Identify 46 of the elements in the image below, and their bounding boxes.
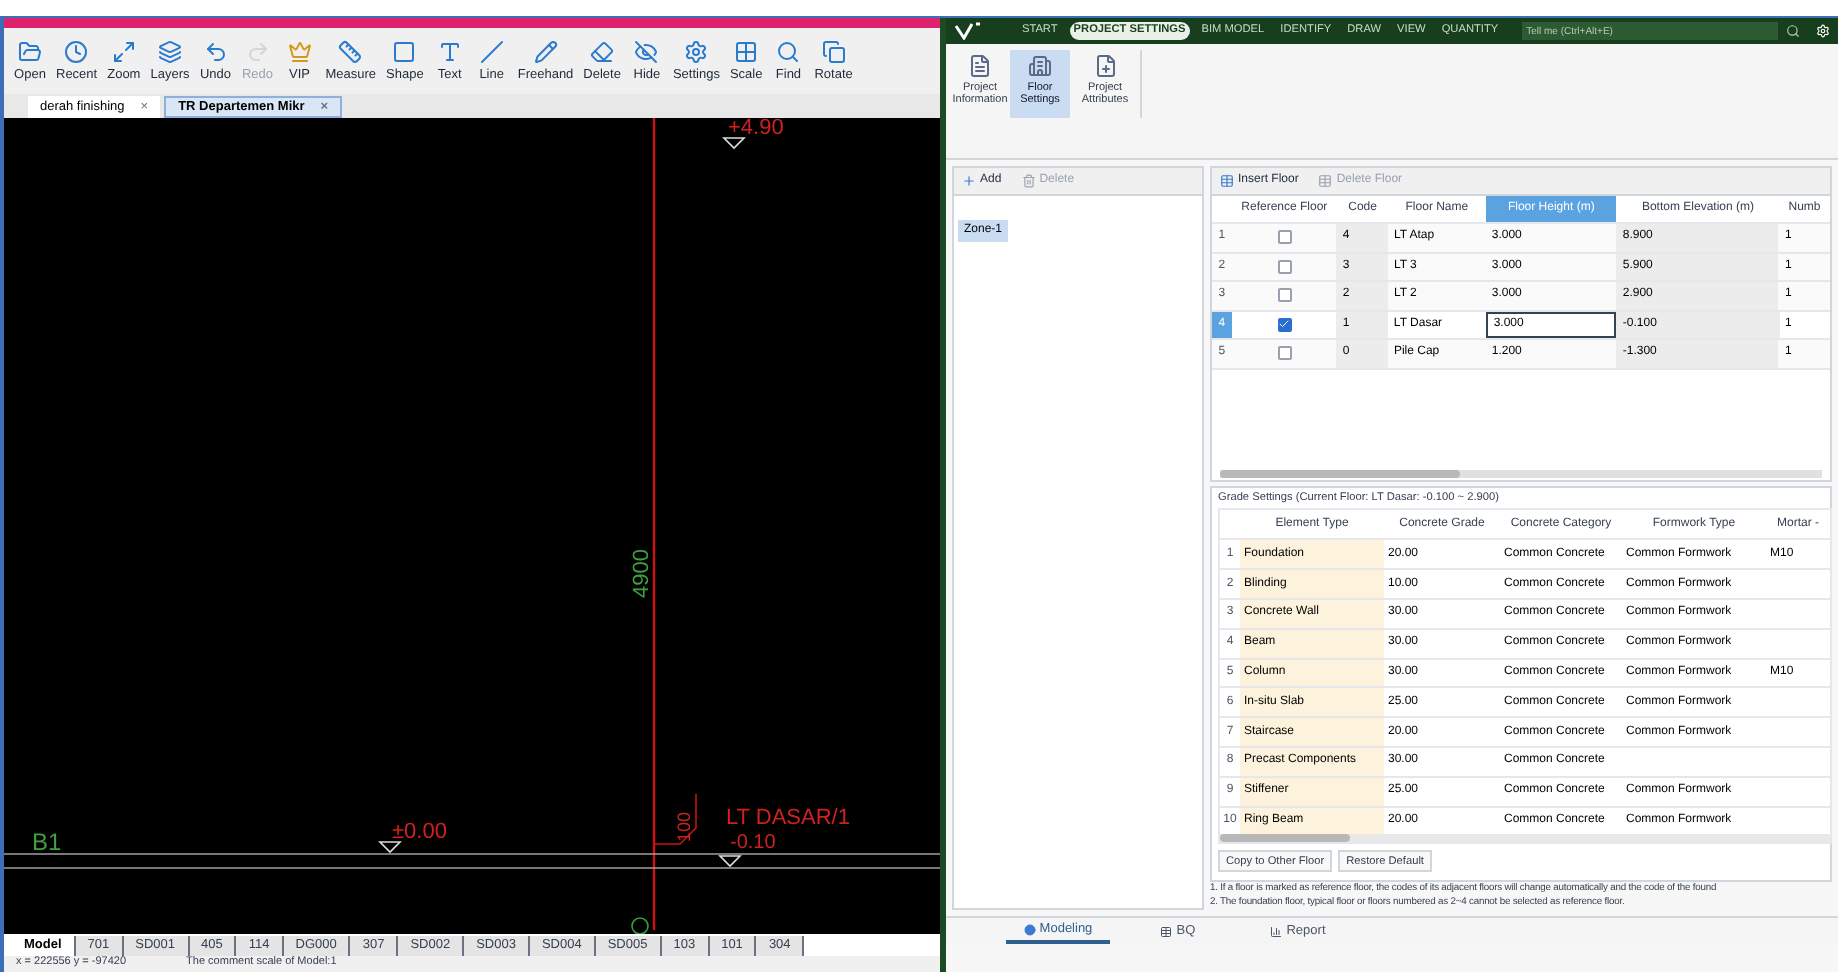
square-icon — [392, 39, 417, 64]
file-icon — [1093, 54, 1117, 78]
search-icon — [1786, 24, 1800, 38]
layers-icon — [157, 39, 182, 64]
scrollbar[interactable] — [1220, 834, 1830, 843]
eraser-icon — [590, 39, 615, 64]
trash-icon — [1021, 174, 1036, 188]
line-icon — [479, 39, 504, 64]
dimension-label: 100 — [674, 811, 694, 842]
scrollbar[interactable] — [1220, 470, 1822, 478]
table-icon — [1318, 174, 1333, 188]
grid-icon — [734, 39, 759, 64]
ruler-icon — [338, 39, 363, 64]
checkbox[interactable] — [1277, 346, 1292, 361]
settings-icon — [684, 39, 709, 64]
redo-icon — [245, 39, 270, 64]
checkbox[interactable] — [1277, 317, 1292, 332]
level-label: -0.10 — [730, 832, 776, 854]
building-icon — [1028, 54, 1052, 78]
chart-icon — [1270, 926, 1283, 938]
dimension-label: 4900 — [630, 549, 654, 598]
eye-off-icon — [634, 39, 659, 64]
zoom-icon — [111, 39, 136, 64]
pencil-icon — [533, 39, 558, 64]
clock-icon — [64, 39, 89, 64]
floor-label: LT DASAR/1 — [726, 806, 850, 830]
logo-icon — [954, 22, 982, 40]
check-icon — [1278, 318, 1291, 331]
table-icon — [1220, 174, 1234, 188]
copy-icon — [821, 39, 846, 64]
search-icon — [776, 39, 801, 64]
axis-label: B1 — [32, 828, 62, 856]
level-label: ±0.00 — [392, 820, 447, 844]
crown-icon — [287, 39, 312, 64]
checkbox[interactable] — [1277, 288, 1292, 303]
checkbox[interactable] — [1277, 230, 1292, 245]
level-label: +4.90 — [728, 118, 784, 140]
plus-icon — [962, 174, 976, 188]
checkbox[interactable] — [1277, 259, 1292, 274]
undo-icon — [203, 39, 228, 64]
settings-icon — [1816, 24, 1830, 38]
table-icon — [1160, 926, 1173, 938]
text-icon — [437, 39, 462, 64]
circle-icon — [1023, 924, 1036, 936]
document-icon — [968, 54, 992, 78]
folder-icon — [18, 39, 42, 64]
